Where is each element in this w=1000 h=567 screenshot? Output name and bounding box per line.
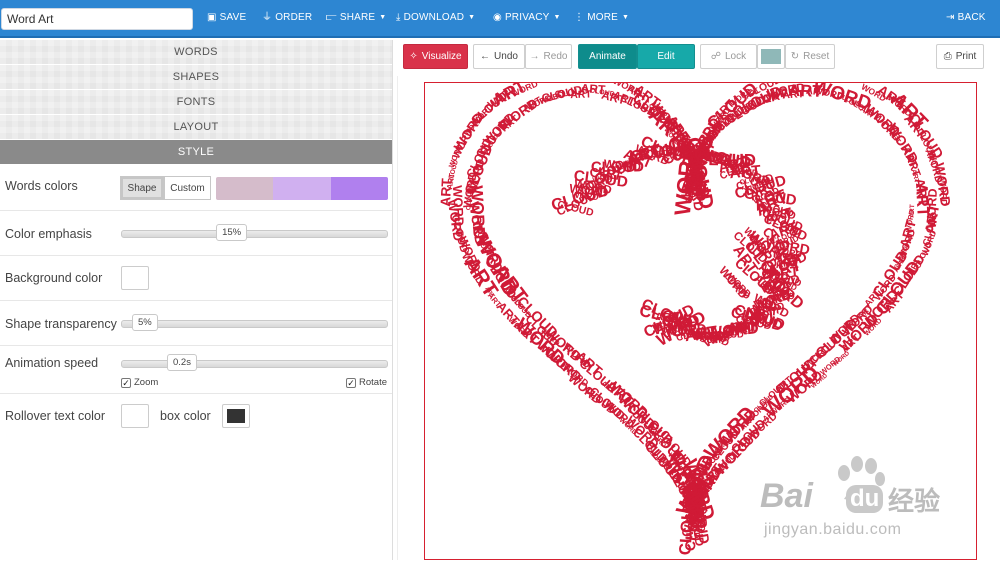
redo-icon: →: [529, 51, 540, 62]
watermark-cn-text: 经验: [888, 486, 941, 516]
rollover-text-color-picker[interactable]: [121, 404, 149, 428]
rollover-text-color-swatch: [126, 409, 144, 423]
share-label: SHARE: [339, 12, 376, 23]
slider-handle[interactable]: 0.2s: [167, 354, 197, 371]
more-label: MORE: [587, 12, 619, 23]
accordion-style[interactable]: STYLE: [0, 140, 392, 164]
rollover-row: Rollover text color box color: [0, 394, 392, 439]
lock-color-swatch: [761, 49, 781, 64]
reset-button[interactable]: ↻ Reset: [785, 44, 835, 69]
slider-handle[interactable]: 15%: [216, 224, 248, 241]
undo-icon: ←: [480, 51, 491, 62]
animation-speed-row: Animation speed 0.2s ✓ Zoom ✓ Rotate: [0, 346, 392, 394]
download-icon: ⤓: [396, 11, 401, 23]
lock-color-button[interactable]: [757, 44, 785, 69]
animation-speed-label: Animation speed: [5, 356, 99, 370]
chevron-down-icon: ▼: [553, 14, 561, 21]
left-panel: WORDS SHAPES FONTS LAYOUT STYLE Words co…: [0, 40, 393, 560]
cloud-word: ART: [694, 183, 703, 199]
background-color-label: Background color: [5, 271, 103, 285]
palette-swatch[interactable]: [273, 177, 332, 200]
download-button[interactable]: ⤓ DOWNLOAD ▼: [396, 12, 475, 23]
zoom-checkbox[interactable]: ✓ Zoom: [121, 377, 158, 388]
shape-colors-button[interactable]: Shape: [120, 176, 164, 200]
cart-icon: ⏚: [262, 11, 273, 23]
color-emphasis-label: Color emphasis: [5, 227, 92, 241]
accordion-shapes[interactable]: SHAPES: [0, 65, 392, 89]
chevron-down-icon: ▼: [468, 14, 476, 21]
download-label: DOWNLOAD: [403, 12, 465, 23]
custom-colors-button[interactable]: Custom: [164, 176, 211, 200]
rotate-checkbox[interactable]: ✓ Rotate: [346, 377, 387, 388]
more-vertical-icon: ⋮: [574, 11, 585, 23]
reset-label: Reset: [803, 51, 830, 62]
rollover-text-color-label: Rollover text color: [5, 409, 106, 423]
chevron-down-icon: ▼: [622, 14, 630, 21]
save-label: SAVE: [219, 12, 247, 23]
print-label: Print: [955, 51, 977, 62]
accordion-words[interactable]: WORDS: [0, 40, 392, 64]
magic-wand-icon: ✧: [409, 51, 418, 62]
watermark: Bai du 经验 jingyan.baidu.com: [760, 455, 960, 547]
undo-button[interactable]: ← Undo: [473, 44, 525, 69]
visualize-label: Visualize: [421, 51, 462, 62]
slider-handle[interactable]: 5%: [132, 314, 158, 331]
more-button[interactable]: ⋮ MORE ▼: [574, 12, 629, 23]
save-button[interactable]: ▣ SAVE: [207, 12, 246, 23]
palette-swatch[interactable]: [330, 177, 389, 200]
animate-button[interactable]: Animate: [578, 44, 637, 69]
print-icon: ⎙: [943, 51, 952, 62]
background-color-row: Background color: [0, 256, 392, 301]
lock-button[interactable]: ☍ Lock: [700, 44, 757, 69]
undo-label: Undo: [494, 51, 518, 62]
shape-transparency-slider[interactable]: 5%: [121, 314, 388, 331]
lock-icon: ☍: [710, 51, 721, 62]
privacy-button[interactable]: ◉ PRIVACY ▼: [493, 12, 561, 23]
chevron-down-icon: ▼: [379, 14, 387, 21]
zoom-label: Zoom: [134, 377, 159, 388]
box-color-picker[interactable]: [222, 404, 250, 428]
words-colors-label: Words colors: [5, 179, 78, 193]
top-toolbar: ▣ SAVE ⏚ ORDER ⫍ SHARE ▼ ⤓ DOWNLOAD ▼ ◉ …: [0, 0, 1000, 38]
background-color-picker[interactable]: [121, 266, 149, 290]
animation-speed-slider[interactable]: 0.2s: [121, 354, 388, 371]
watermark-url: jingyan.baidu.com: [764, 521, 902, 538]
redo-button[interactable]: → Redo: [525, 44, 572, 69]
palette-swatch[interactable]: [216, 177, 274, 200]
title-input[interactable]: [1, 8, 193, 30]
eye-icon: ◉: [493, 11, 502, 23]
back-button[interactable]: ⇥ BACK: [946, 12, 986, 23]
sign-out-icon: ⇥: [946, 11, 955, 23]
back-label: BACK: [957, 12, 986, 23]
rotate-label: Rotate: [359, 377, 387, 388]
color-emphasis-row: Color emphasis 15%: [0, 211, 392, 256]
canvas-toolbar: ✧ Visualize ← Undo → Redo Animate Edit ☍…: [397, 40, 1000, 74]
shape-transparency-label: Shape transparency: [5, 317, 117, 331]
lock-label: Lock: [725, 51, 747, 62]
print-button[interactable]: ⎙ Print: [936, 44, 984, 69]
edit-button[interactable]: Edit: [637, 44, 695, 69]
color-emphasis-slider[interactable]: 15%: [121, 224, 388, 241]
redo-label: Redo: [543, 51, 568, 62]
save-icon: ▣: [207, 11, 217, 23]
refresh-icon: ↻: [790, 51, 800, 62]
background-color-swatch: [126, 271, 144, 285]
shape-transparency-row: Shape transparency 5%: [0, 301, 392, 346]
checkbox-check-icon: ✓: [346, 377, 356, 388]
privacy-label: PRIVACY: [504, 12, 550, 23]
box-color-swatch: [227, 409, 245, 423]
share-button[interactable]: ⫍ SHARE ▼: [326, 12, 386, 23]
words-colors-row: Words colors Shape Custom: [0, 165, 392, 211]
order-label: ORDER: [275, 12, 313, 23]
checkbox-check-icon: ✓: [121, 377, 131, 388]
accordion-layout[interactable]: LAYOUT: [0, 115, 392, 139]
order-button[interactable]: ⏚ ORDER: [262, 12, 312, 23]
watermark-logo-text2: du: [846, 485, 884, 513]
share-icon: ⫍: [326, 11, 337, 23]
box-color-label: box color: [160, 409, 211, 423]
watermark-logo-text: Bai: [760, 477, 813, 515]
accordion-fonts[interactable]: FONTS: [0, 90, 392, 114]
visualize-button[interactable]: ✧ Visualize: [403, 44, 468, 69]
